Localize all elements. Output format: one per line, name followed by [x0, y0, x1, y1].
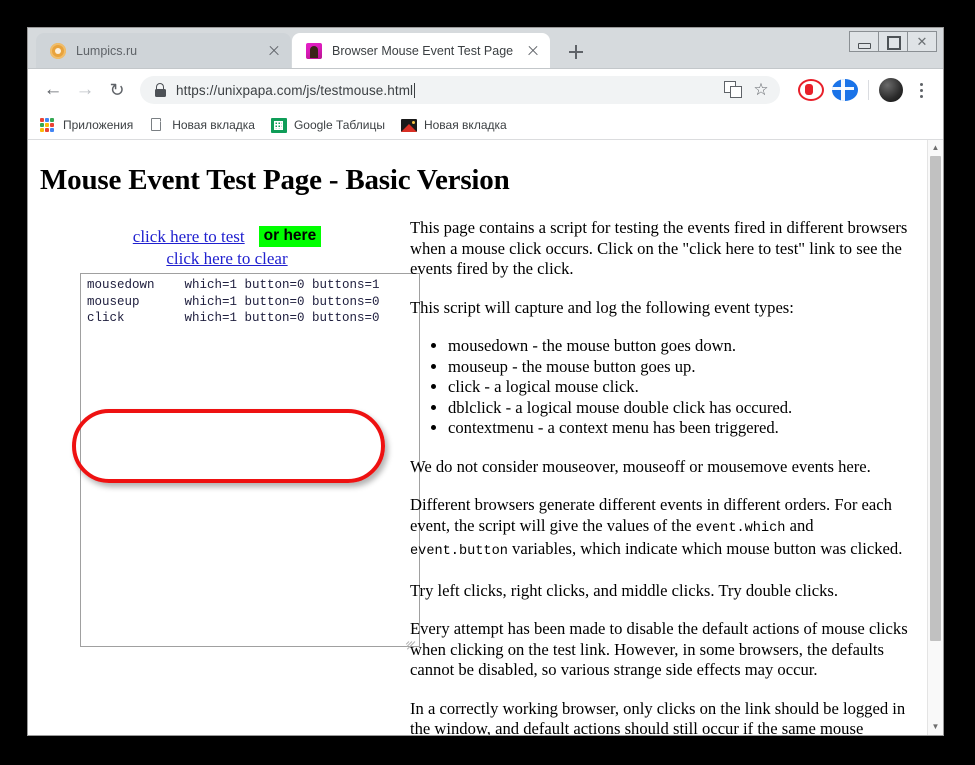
page-title: Mouse Event Test Page - Basic Version: [40, 164, 510, 196]
paragraph-event-types-intro: This script will capture and log the fol…: [410, 297, 794, 317]
or-here-target[interactable]: or here: [258, 226, 322, 247]
close-icon[interactable]: [524, 42, 542, 60]
reload-button[interactable]: ↻: [102, 75, 132, 105]
profile-avatar[interactable]: [879, 78, 903, 102]
text-run: Different browsers generate different ev…: [410, 495, 892, 535]
forward-button[interactable]: →: [70, 75, 100, 105]
back-button[interactable]: ←: [38, 75, 68, 105]
reload-icon: ↻: [109, 80, 125, 100]
bookmark-google-sheets[interactable]: Google Таблицы: [270, 114, 385, 136]
list-item: dblclick - a logical mouse double click …: [448, 398, 912, 419]
bookmark-label: Новая вкладка: [172, 118, 255, 132]
google-sheets-icon: [270, 117, 287, 133]
page-scrollbar[interactable]: ▲ ▼: [927, 140, 943, 735]
paragraph-intro: This page contains a script for testing …: [410, 218, 908, 278]
click-here-to-test-link[interactable]: click here to test: [133, 227, 245, 246]
bookmark-label: Google Таблицы: [293, 118, 385, 132]
test-links-row: click here to test or here: [52, 226, 394, 248]
text-run: and: [785, 515, 814, 535]
toolbar-divider: [868, 80, 869, 100]
tab-mouse-event-test[interactable]: Browser Mouse Event Test Page: [292, 33, 550, 68]
event-log-textarea[interactable]: mousedown which=1 button=0 buttons=1 mou…: [80, 273, 420, 647]
bookmark-label: Новая вкладка: [423, 118, 507, 132]
page-viewport: Mouse Event Test Page - Basic Version cl…: [28, 140, 943, 735]
text-run: variables, which indicate which mouse bu…: [507, 539, 903, 558]
paragraph-browser-differences: Different browsers generate different ev…: [410, 495, 912, 563]
url-text: https://unixpapa.com/js/testmouse.html: [176, 82, 416, 98]
navigation-toolbar: ← → ↻ https://unixpapa.com/js/testmouse.…: [28, 69, 943, 111]
click-here-to-clear-link[interactable]: click here to clear: [166, 249, 287, 268]
code-event-button: event.button: [410, 544, 508, 559]
tab-lumpics[interactable]: Lumpics.ru: [36, 33, 291, 68]
tab-title: Browser Mouse Event Test Page: [332, 43, 514, 58]
translate-icon[interactable]: [724, 81, 744, 99]
window-controls: ✕: [849, 31, 937, 52]
page-icon: [149, 117, 165, 133]
bookmark-apps[interactable]: Приложения: [40, 114, 133, 136]
event-types-list: mousedown - the mouse button goes down. …: [410, 336, 912, 439]
globe-extension-icon[interactable]: [832, 79, 858, 101]
paragraph-try-clicks: Try left clicks, right clicks, and middl…: [410, 580, 839, 600]
bookmark-star-icon[interactable]: ☆: [750, 79, 772, 101]
list-item: click - a logical mouse click.: [448, 377, 912, 398]
adblock-extension-icon[interactable]: [798, 79, 824, 101]
bookmark-new-tab-1[interactable]: Новая вкладка: [149, 114, 255, 136]
apps-grid-icon: [40, 118, 56, 132]
new-tab-button[interactable]: [563, 39, 589, 65]
browser-window: Lumpics.ru Browser Mouse Event Test Page…: [28, 28, 943, 735]
scroll-up-arrow-icon[interactable]: ▲: [928, 140, 943, 156]
image-icon: [400, 118, 417, 132]
bookmark-new-tab-2[interactable]: Новая вкладка: [400, 114, 507, 136]
mouse-test-favicon-icon: [306, 42, 322, 59]
close-window-button[interactable]: ✕: [908, 31, 937, 52]
list-item: mousedown - the mouse button goes down.: [448, 336, 912, 357]
list-item: contextmenu - a context menu has been tr…: [448, 418, 912, 439]
lumpics-favicon-icon: [50, 42, 66, 59]
lock-icon: [154, 83, 166, 97]
scroll-down-arrow-icon[interactable]: ▼: [928, 719, 943, 735]
description-column: This page contains a script for testing …: [410, 218, 912, 735]
tab-strip: Lumpics.ru Browser Mouse Event Test Page…: [28, 28, 943, 69]
address-bar[interactable]: https://unixpapa.com/js/testmouse.html ☆: [140, 76, 780, 104]
bookmarks-bar: Приложения Новая вкладка Google Таблицы …: [28, 111, 943, 140]
web-page-content: Mouse Event Test Page - Basic Version cl…: [28, 140, 927, 735]
three-dot-menu-icon[interactable]: [909, 78, 933, 102]
paragraph-not-considered: We do not consider mouseover, mouseoff o…: [410, 456, 871, 476]
list-item: mouseup - the mouse button goes up.: [448, 357, 912, 378]
forward-arrow-icon: →: [75, 79, 95, 100]
paragraph-correct-browser: In a correctly working browser, only cli…: [410, 698, 906, 736]
back-arrow-icon: ←: [43, 79, 63, 100]
clear-link-row: click here to clear: [52, 249, 394, 269]
code-event-which: event.which: [695, 520, 786, 536]
paragraph-default-actions: Every attempt has been made to disable t…: [410, 619, 908, 679]
scrollbar-thumb[interactable]: [930, 156, 941, 641]
minimize-button[interactable]: [849, 31, 879, 52]
bookmark-label: Приложения: [63, 118, 134, 132]
maximize-button[interactable]: [879, 31, 908, 52]
test-panel: click here to test or here click here to …: [52, 226, 420, 650]
tab-title: Lumpics.ru: [76, 43, 138, 58]
close-icon[interactable]: [265, 42, 283, 60]
